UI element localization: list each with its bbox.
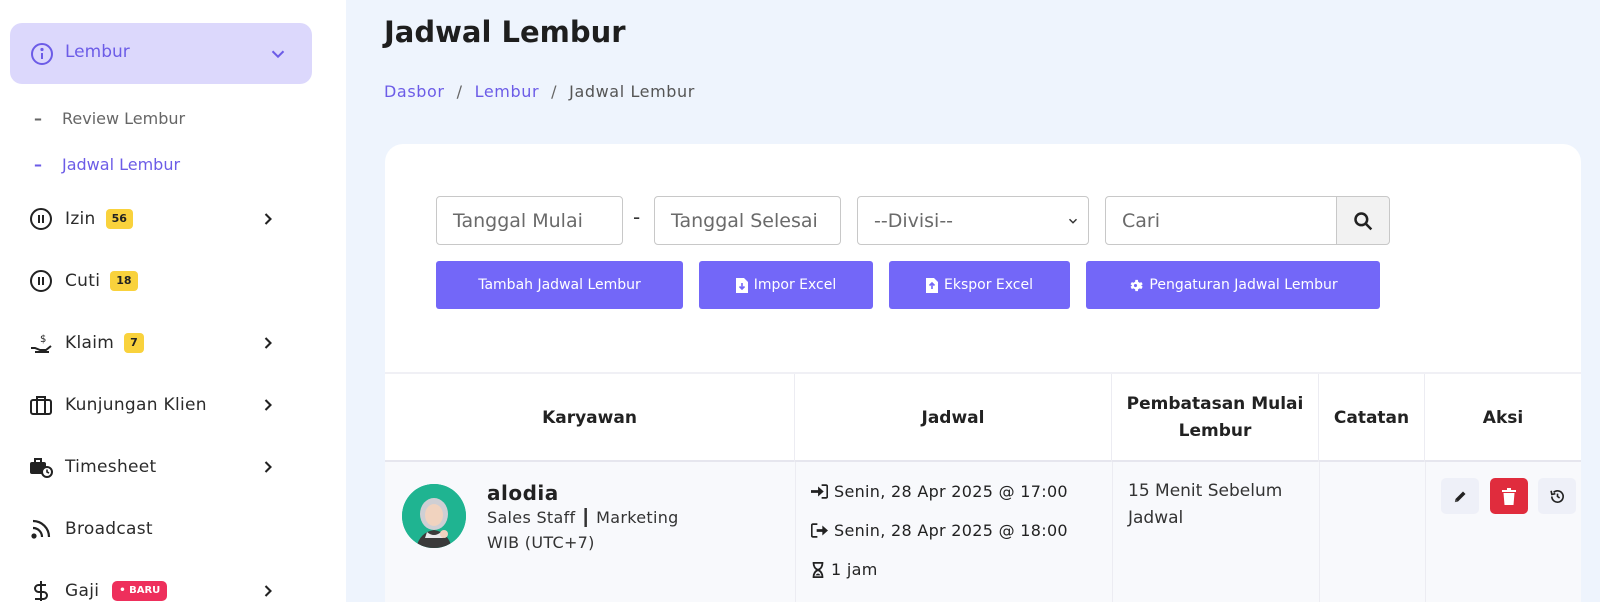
sidebar-item-cuti[interactable]: Cuti 18 (28, 266, 288, 296)
sidebar: Lembur – Review Lembur – Jadwal Lembur Izi… (0, 0, 346, 602)
page-title: Jadwal Lembur (384, 15, 626, 49)
sidebar-item-label: Cuti (65, 271, 101, 291)
count-badge: 56 (105, 209, 133, 229)
svg-text:$: $ (40, 334, 46, 345)
column-header-overtime-limit[interactable]: Pembatasan Mulai Lembur (1112, 374, 1319, 462)
sidebar-item-label: Klaim (65, 333, 115, 353)
import-excel-button[interactable]: Impor Excel (699, 261, 873, 309)
history-button[interactable] (1538, 478, 1576, 514)
button-label: Pengaturan Jadwal Lembur (1149, 277, 1338, 293)
chevron-down-icon (271, 50, 285, 59)
chevron-right-icon (264, 585, 272, 597)
sidebar-item-lembur[interactable]: Lembur (10, 23, 312, 84)
count-badge: 18 (110, 271, 138, 291)
employee-role: Sales Staff ┃ Marketing (487, 508, 679, 527)
overtime-limit-cell: 15 Menit Sebelum Jadwal (1128, 478, 1308, 532)
schedule-start-text: Senin, 28 Apr 2025 @ 17:00 (834, 482, 1068, 501)
sidebar-item-label: Timesheet (65, 457, 157, 477)
breadcrumb-link-lembur[interactable]: Lembur (475, 82, 540, 101)
schedule-end: Senin, 28 Apr 2025 @ 18:00 (811, 521, 1068, 540)
chevron-right-icon (264, 213, 272, 225)
start-date-input[interactable]: Tanggal Mulai (436, 196, 623, 245)
file-import-icon (735, 277, 748, 293)
schedule-start: Senin, 28 Apr 2025 @ 17:00 (811, 482, 1068, 501)
sidebar-subitem-review-lembur[interactable]: – Review Lembur (34, 109, 185, 128)
sidebar-item-timesheet[interactable]: Timesheet (28, 452, 288, 482)
count-badge: 7 (124, 333, 144, 353)
breadcrumb-current: Jadwal Lembur (569, 82, 695, 101)
trash-icon (1502, 487, 1516, 505)
breadcrumb-link-dasbor[interactable]: Dasbor (384, 82, 445, 101)
division-select[interactable]: --Divisi-- (857, 196, 1089, 245)
sidebar-item-kunjungan-klien[interactable]: Kunjungan Klien (28, 390, 288, 420)
chevron-right-icon (264, 461, 272, 473)
person-photo-icon (402, 484, 466, 548)
column-header-schedule[interactable]: Jadwal (795, 374, 1112, 462)
hourglass-icon (812, 561, 824, 578)
end-date-input[interactable]: Tanggal Selesai (654, 196, 841, 245)
schedule-end-text: Senin, 28 Apr 2025 @ 18:00 (834, 521, 1068, 540)
delete-button[interactable] (1490, 478, 1528, 514)
table-header: Karyawan Jadwal Pembatasan Mulai Lembur … (385, 372, 1581, 462)
sidebar-item-broadcast[interactable]: Broadcast (28, 514, 288, 544)
info-circle-icon (31, 43, 53, 65)
date-range-separator: - (633, 205, 641, 229)
subitem-label: Review Lembur (62, 109, 186, 128)
add-overtime-schedule-button[interactable]: Tambah Jadwal Lembur (436, 261, 683, 309)
schedule-duration: 1 jam (811, 560, 878, 579)
hand-money-icon: $ (28, 330, 54, 356)
sidebar-item-label: Broadcast (65, 519, 153, 539)
sidebar-item-label: Lembur (65, 42, 130, 62)
breadcrumb-separator: / (551, 82, 558, 101)
dollar-icon (28, 578, 54, 602)
pencil-icon (1454, 491, 1465, 502)
search-input[interactable]: Cari (1105, 196, 1338, 245)
sign-out-icon (811, 523, 828, 538)
column-header-note[interactable]: Catatan (1319, 374, 1425, 462)
chevron-down-icon (1068, 218, 1078, 224)
sidebar-item-klaim[interactable]: $ Klaim 7 (28, 328, 288, 358)
pause-circle-icon (28, 206, 54, 232)
search-icon (1354, 211, 1373, 230)
chevron-right-icon (264, 337, 272, 349)
limit-line: Jadwal (1128, 508, 1184, 528)
sidebar-subitem-jadwal-lembur[interactable]: – Jadwal Lembur (34, 155, 180, 174)
limit-line: 15 Menit Sebelum (1128, 481, 1283, 501)
edit-button[interactable] (1441, 478, 1479, 514)
history-icon (1549, 489, 1564, 503)
column-header-action: Aksi (1482, 407, 1524, 428)
new-badge: • BARU (112, 581, 168, 601)
breadcrumb-separator: / (456, 82, 463, 101)
rss-icon (28, 516, 54, 542)
sidebar-item-gaji[interactable]: Gaji • BARU (28, 576, 288, 602)
button-label: Impor Excel (753, 277, 837, 293)
file-export-icon (926, 277, 938, 293)
employee-timezone: WIB (UTC+7) (487, 533, 595, 552)
schedule-duration-text: 1 jam (831, 560, 878, 579)
header-line: Pembatasan Mulai (1126, 394, 1304, 414)
column-header-employee[interactable]: Karyawan (385, 374, 795, 462)
employee-name[interactable]: alodia (487, 481, 559, 505)
header-line: Lembur (1178, 421, 1252, 441)
chevron-right-icon (264, 399, 272, 411)
search-button[interactable] (1336, 196, 1390, 245)
avatar (402, 484, 466, 548)
sidebar-item-label: Gaji (65, 581, 100, 601)
export-excel-button[interactable]: Ekspor Excel (889, 261, 1070, 309)
sidebar-item-label: Izin (65, 209, 96, 229)
sidebar-item-izin[interactable]: Izin 56 (28, 204, 288, 234)
gear-icon (1130, 279, 1144, 291)
breadcrumb: Dasbor / Lembur / Jadwal Lembur (384, 82, 695, 101)
briefcase-clock-icon (28, 454, 54, 480)
briefcase-icon (28, 392, 54, 418)
button-label: Ekspor Excel (944, 277, 1033, 293)
division-select-value: --Divisi-- (874, 209, 954, 232)
button-label: Tambah Jadwal Lembur (478, 277, 641, 293)
sign-in-icon (811, 484, 828, 499)
subitem-label: Jadwal Lembur (62, 155, 181, 174)
sidebar-item-label: Kunjungan Klien (65, 395, 207, 415)
pause-circle-icon (28, 268, 54, 294)
overtime-settings-button[interactable]: Pengaturan Jadwal Lembur (1086, 261, 1380, 309)
